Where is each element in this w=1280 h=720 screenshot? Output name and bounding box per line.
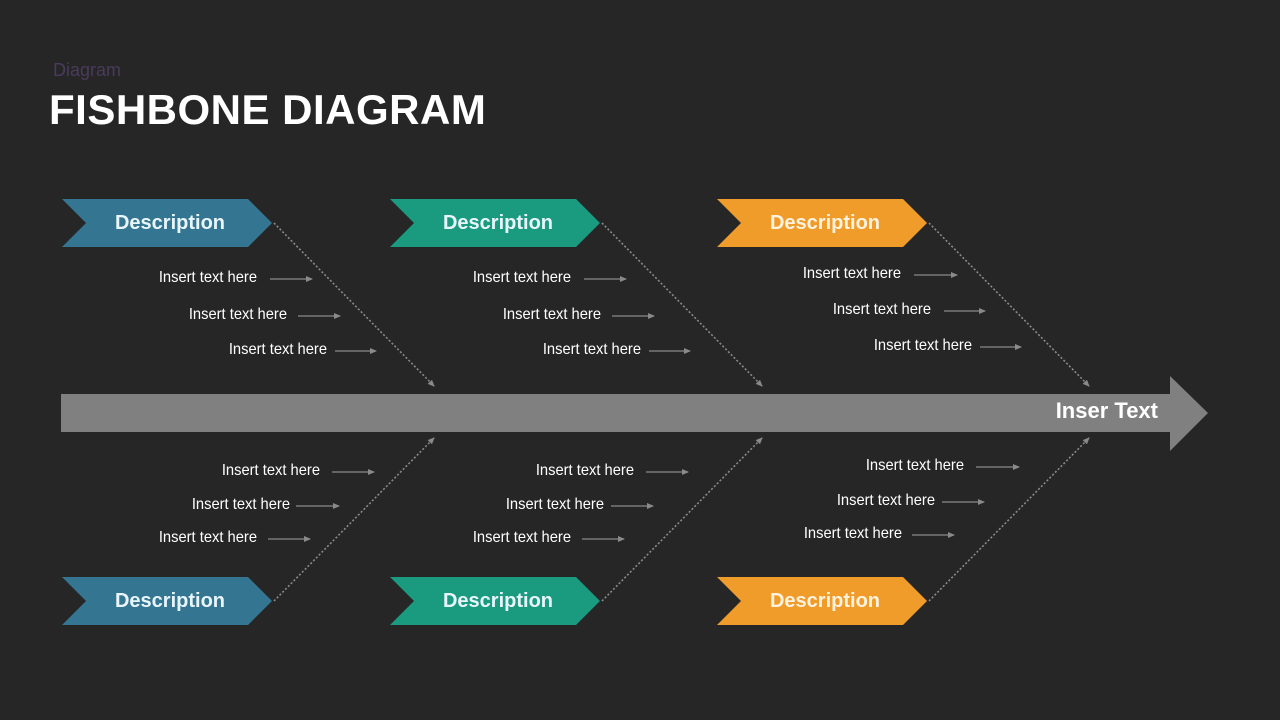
cause-item: Insert text here	[802, 265, 901, 282]
cause-item: Insert text here	[472, 529, 571, 546]
cause-item: Insert text here	[158, 269, 257, 286]
cause-item: Insert text here	[502, 306, 601, 323]
cause-item: Insert text here	[505, 496, 604, 513]
cause-item: Insert text here	[836, 492, 935, 509]
cause-item: Insert text here	[542, 341, 641, 358]
cause-item: Insert text here	[191, 496, 290, 513]
cause-item: Insert text here	[472, 269, 571, 286]
cause-item: Insert text here	[803, 525, 902, 542]
cause-item: Insert text here	[832, 301, 931, 318]
cause-item: Insert text here	[228, 341, 327, 358]
bone-connector	[928, 222, 1090, 387]
bone-connector	[273, 222, 435, 387]
cause-item: Insert text here	[873, 337, 972, 354]
category-label: Description	[114, 211, 226, 234]
category-label: Description	[114, 589, 226, 612]
category-label: Description	[442, 589, 554, 612]
cause-item: Insert text here	[865, 457, 964, 474]
category-label: Description	[769, 589, 881, 612]
cause-item: Insert text here	[535, 462, 634, 479]
bone-connector	[601, 222, 763, 387]
category-label: Description	[769, 211, 881, 234]
category-label: Description	[442, 211, 554, 234]
spine-label: Inser Text	[1055, 398, 1158, 423]
cause-item: Insert text here	[188, 306, 287, 323]
cause-item: Insert text here	[158, 529, 257, 546]
cause-item: Insert text here	[221, 462, 320, 479]
